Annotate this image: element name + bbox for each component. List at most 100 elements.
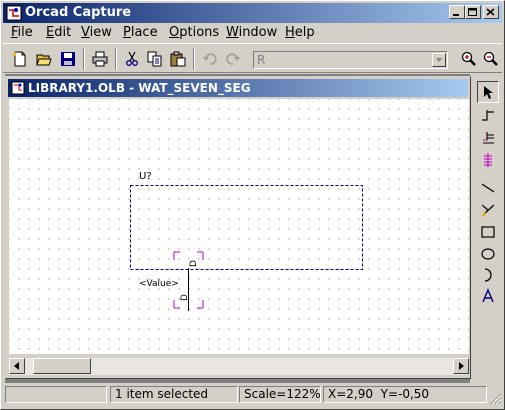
place-arc-icon: [484, 268, 492, 282]
zoom-in-icon: [461, 51, 476, 66]
open-icon: [36, 54, 52, 66]
status-coordinates: X=2,90 Y=-0,50: [323, 386, 487, 403]
app-titlebar[interactable]: Orcad Capture: [3, 3, 502, 23]
menu-bar: File Edit View Place Options Window Help: [3, 23, 502, 43]
status-scale: Scale=122%: [239, 386, 321, 403]
place-rectangle-icon: [481, 226, 495, 238]
horizontal-scrollbar[interactable]: [9, 358, 469, 375]
status-empty-cell: [5, 386, 107, 403]
menu-options-rest: ptions: [179, 25, 220, 40]
menu-view-rest: iew: [89, 25, 112, 40]
part-reference-label[interactable]: U?: [139, 171, 152, 182]
part-value-label[interactable]: <Value>: [139, 279, 179, 289]
place-text-icon: [482, 288, 494, 303]
ieee-symbol-icon: [484, 153, 492, 167]
menu-edit-rest: dit: [54, 25, 72, 40]
redo-button[interactable]: [222, 48, 244, 70]
minimize-icon: [453, 14, 459, 16]
menu-file-rest: ile: [17, 25, 33, 40]
undo-button[interactable]: [199, 48, 221, 70]
status-selection: 1 item selected: [110, 386, 238, 403]
ieee-symbol-tool[interactable]: [477, 149, 499, 171]
menu-place-mnemonic: P: [123, 25, 131, 40]
place-polyline-icon: [481, 204, 495, 217]
select-tool[interactable]: [477, 81, 499, 103]
arrow-left-icon: [14, 362, 19, 370]
save-icon: [61, 52, 75, 66]
place-line-tool[interactable]: [477, 177, 499, 199]
place-pin-tool[interactable]: [477, 104, 499, 126]
zoom-out-button[interactable]: [480, 48, 502, 70]
open-button[interactable]: [33, 48, 55, 70]
menu-place-rest: lace: [130, 25, 158, 40]
maximize-icon: [468, 8, 477, 16]
new-icon: [12, 51, 26, 67]
pin-number-bottom: D: [180, 294, 190, 301]
menu-help[interactable]: Help: [285, 25, 315, 40]
arrow-right-icon: [459, 362, 464, 370]
place-ellipse-tool[interactable]: [477, 243, 499, 265]
close-button[interactable]: [483, 5, 499, 19]
place-arc-tool[interactable]: [477, 264, 499, 286]
scroll-left-button[interactable]: [9, 358, 25, 374]
main-window: Orcad Capture File Edit View Place Optio…: [0, 0, 505, 410]
close-icon: [486, 8, 495, 16]
menu-file[interactable]: File: [11, 25, 33, 40]
print-button[interactable]: [89, 48, 111, 70]
redo-icon: [226, 53, 240, 65]
scroll-right-button[interactable]: [453, 358, 469, 374]
place-pin-icon: [482, 110, 494, 121]
minimize-button[interactable]: [449, 5, 465, 19]
place-line-icon: [481, 183, 495, 193]
place-ellipse-icon: [481, 248, 495, 260]
status-bar: 1 item selected Scale=122% X=2,90 Y=-0,5…: [3, 385, 502, 405]
draw-palette: [475, 81, 501, 309]
chevron-down-icon: [436, 58, 442, 62]
place-rectangle-tool[interactable]: [477, 221, 499, 243]
menu-help-mnemonic: H: [285, 25, 295, 40]
menu-options-mnemonic: O: [169, 25, 180, 40]
menu-window[interactable]: Window: [226, 25, 277, 40]
document-titlebar[interactable]: LIBRARY1.OLB - WAT_SEVEN_SEG: [8, 79, 468, 97]
library-doc-icon[interactable]: [11, 81, 25, 95]
part-combo-value: R: [257, 53, 266, 67]
cut-button[interactable]: [121, 48, 143, 70]
menu-place[interactable]: Place: [123, 25, 158, 40]
paste-icon: [170, 51, 186, 67]
pin-number-top: D: [189, 260, 199, 267]
menu-edit[interactable]: Edit: [46, 25, 71, 40]
schematic-canvas[interactable]: U? <Value> D D: [9, 99, 469, 354]
place-pin-array-tool[interactable]: [477, 126, 499, 148]
paste-button[interactable]: [167, 48, 189, 70]
menu-view[interactable]: View: [81, 25, 112, 40]
zoom-in-button[interactable]: [458, 48, 480, 70]
menu-options[interactable]: Options: [169, 25, 219, 40]
new-button[interactable]: [9, 48, 31, 70]
toolbar-separator: [115, 48, 117, 70]
scroll-thumb[interactable]: [33, 358, 91, 374]
menu-window-mnemonic: W: [226, 25, 239, 40]
zoom-out-icon: [483, 51, 498, 66]
part-body-selection[interactable]: [130, 185, 363, 270]
maximize-button[interactable]: [465, 5, 481, 19]
toolbar-separator: [193, 48, 195, 70]
undo-icon: [203, 53, 217, 65]
part-combo[interactable]: R: [253, 51, 448, 69]
app-title: Orcad Capture: [25, 5, 132, 20]
menu-edit-mnemonic: E: [46, 25, 55, 40]
part-drawing[interactable]: U? <Value> D D: [9, 99, 469, 354]
place-polyline-tool[interactable]: [477, 199, 499, 221]
print-icon: [92, 51, 108, 67]
select-icon: [484, 86, 493, 99]
combo-dropdown-button[interactable]: [432, 53, 446, 67]
save-button[interactable]: [57, 48, 79, 70]
menu-window-rest: indow: [238, 25, 278, 40]
place-text-tool[interactable]: [477, 285, 499, 307]
orcad-app-icon[interactable]: [6, 5, 22, 21]
resize-grip-icon[interactable]: [488, 391, 502, 405]
copy-button[interactable]: [144, 48, 166, 70]
cut-icon: [126, 51, 138, 66]
menu-view-mnemonic: V: [81, 25, 90, 40]
toolbar-separator: [83, 48, 85, 70]
main-toolbar: R: [3, 43, 502, 73]
